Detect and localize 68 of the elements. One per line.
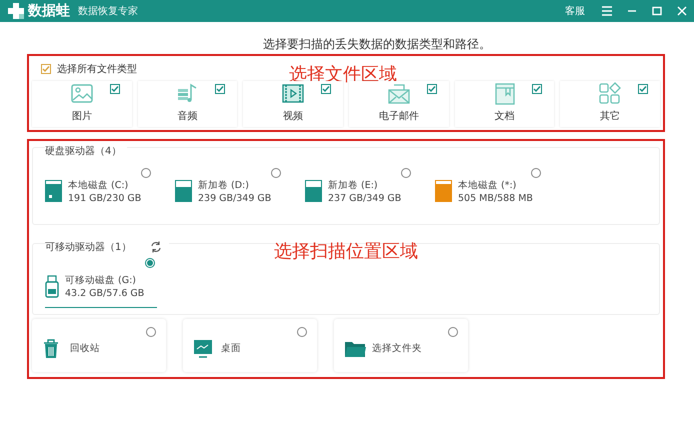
maximize-icon[interactable] xyxy=(651,5,663,17)
annotation-label: 选择扫描位置区域 xyxy=(274,240,418,263)
radio-button[interactable] xyxy=(448,327,458,337)
location-label: 选择文件夹 xyxy=(372,342,422,355)
app-subtitle: 数据恢复专家 xyxy=(78,4,138,18)
file-type-card[interactable]: 图片 xyxy=(32,81,132,127)
drive-item[interactable]: 可移动磁盘 (G:) 43.2 GB/57.6 GB xyxy=(45,258,157,308)
drive-name: 可移动磁盘 (G:) xyxy=(65,274,137,287)
checkbox[interactable] xyxy=(532,84,542,94)
file-type-card[interactable]: 其它 xyxy=(560,81,660,127)
drive-usage: 191 GB/230 GB xyxy=(68,192,142,204)
shapes-icon xyxy=(598,82,622,105)
monitor-icon xyxy=(193,338,215,359)
file-type-card[interactable]: 音频 xyxy=(138,81,238,127)
drive-name: 本地磁盘 (*:) xyxy=(458,178,518,192)
drive-item[interactable]: 新加卷 (E:) 237 GB/349 GB xyxy=(305,170,435,212)
location-label: 回收站 xyxy=(70,342,100,355)
checkbox[interactable] xyxy=(321,84,332,94)
drive-name: 新加卷 (E:) xyxy=(328,178,379,192)
drive-item[interactable]: 新加卷 (D:) 239 GB/349 GB xyxy=(175,170,305,212)
instruction-text: 选择要扫描的丢失数据的数据类型和路径。 xyxy=(263,37,491,51)
file-type-label: 电子邮件 xyxy=(378,110,419,123)
checkbox[interactable] xyxy=(110,84,120,94)
location-label: 桌面 xyxy=(221,342,241,355)
file-type-label: 文档 xyxy=(494,110,515,123)
checkbox[interactable] xyxy=(426,84,437,94)
select-all-label: 选择所有文件类型 xyxy=(57,62,137,76)
drive-usage: 239 GB/349 GB xyxy=(198,192,272,204)
drive-name: 新加卷 (D:) xyxy=(198,178,250,192)
radio-button[interactable] xyxy=(271,168,281,178)
radio-button[interactable] xyxy=(297,327,307,337)
menu-icon[interactable] xyxy=(601,5,613,17)
file-type-label: 音频 xyxy=(178,110,198,123)
app-name: 数据蛙 xyxy=(28,2,70,20)
book-icon xyxy=(492,82,517,105)
checkbox[interactable] xyxy=(215,84,226,94)
radio-button[interactable] xyxy=(141,168,151,178)
file-type-card[interactable]: 文档 xyxy=(454,81,554,127)
refresh-icon[interactable] xyxy=(149,240,164,254)
radio-button[interactable] xyxy=(146,327,156,337)
envelope-icon xyxy=(386,82,411,105)
image-icon xyxy=(70,82,94,105)
drive-name: 本地磁盘 (C:) xyxy=(68,178,130,192)
radio-button[interactable] xyxy=(401,168,411,178)
file-type-label: 视频 xyxy=(283,110,304,123)
file-type-card[interactable]: 视频 xyxy=(243,81,344,127)
location-card[interactable]: 选择文件夹 xyxy=(334,319,468,372)
section-title: 硬盘驱动器（4） xyxy=(45,145,122,158)
drive-item[interactable]: 本地磁盘 (C:) 191 GB/230 GB xyxy=(45,170,175,212)
file-type-label: 其它 xyxy=(600,110,620,123)
usb-drive-icon xyxy=(45,275,59,298)
file-type-card[interactable]: 电子邮件 xyxy=(349,81,449,127)
film-icon xyxy=(281,82,306,105)
radio-button[interactable] xyxy=(531,168,541,178)
drive-item[interactable]: 本地磁盘 (*:) 505 MB/588 MB xyxy=(435,170,565,212)
drive-usage: 237 GB/349 GB xyxy=(328,192,402,204)
radio-button[interactable] xyxy=(145,258,155,268)
drive-usage: 43.2 GB/57.6 GB xyxy=(65,288,144,299)
checkbox[interactable] xyxy=(41,64,51,74)
logo-icon xyxy=(8,3,24,19)
checkbox[interactable] xyxy=(638,84,648,94)
location-card[interactable]: 桌面 xyxy=(183,319,317,372)
file-type-label: 图片 xyxy=(72,110,92,123)
drive-usage: 505 MB/588 MB xyxy=(458,192,533,204)
section-title: 可移动驱动器（1） xyxy=(45,241,132,254)
customer-service-link[interactable]: 客服 xyxy=(565,4,585,18)
close-icon[interactable] xyxy=(676,5,688,17)
location-card[interactable]: 回收站 xyxy=(32,319,166,372)
